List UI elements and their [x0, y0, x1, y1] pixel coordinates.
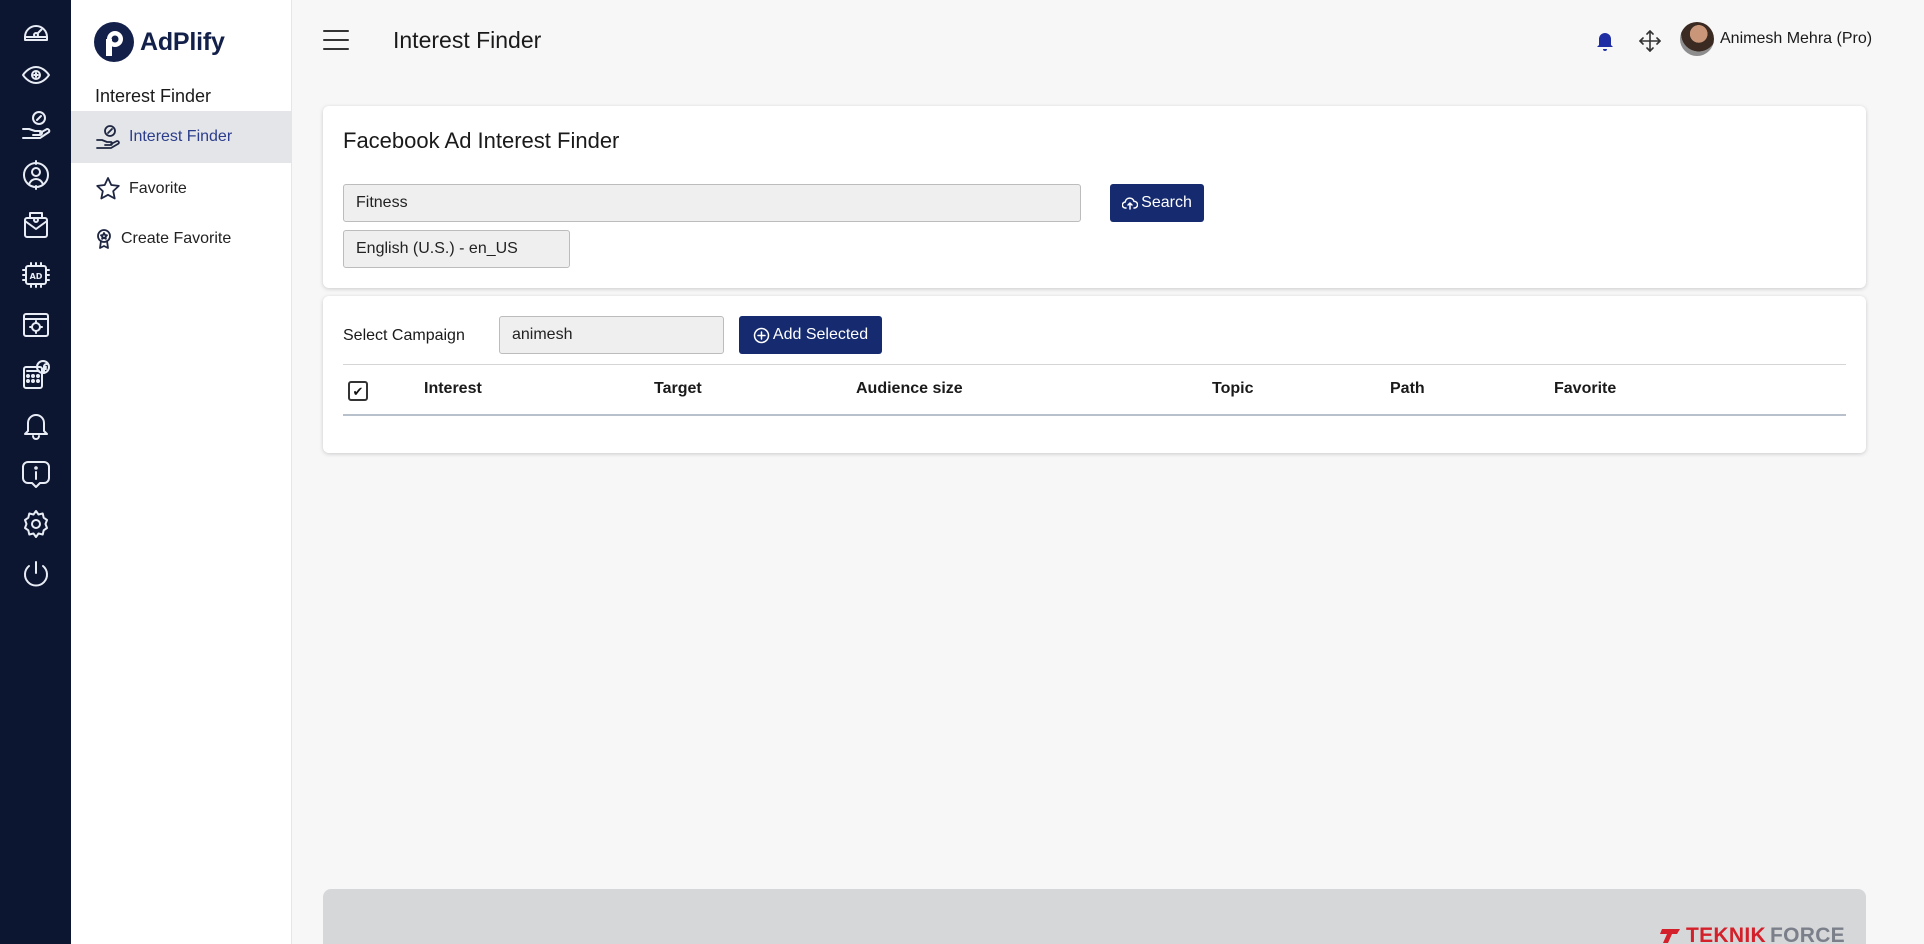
teknikforce-logo: TEKNIK FORCE	[1660, 924, 1845, 944]
sidebar-item-label: Favorite	[129, 180, 187, 197]
interest-table-header: ✔ Interest Target Audience size Topic Pa…	[343, 364, 1846, 416]
user-menu[interactable]: Animesh Mehra (Pro)	[1680, 22, 1872, 56]
menu-toggle-icon[interactable]	[323, 30, 349, 50]
select-all-checkbox[interactable]: ✔	[348, 381, 368, 401]
column-header: Target	[654, 380, 702, 397]
footer: TEKNIK FORCE	[323, 889, 1866, 944]
interest-finder-card: Facebook Ad Interest Finder Fitness Sear…	[323, 106, 1866, 288]
star-icon	[96, 177, 120, 200]
brand-logo[interactable]: AdPlify	[93, 21, 225, 63]
notification-bell-icon[interactable]	[1595, 30, 1615, 52]
column-header: Audience size	[856, 380, 963, 397]
card-title: Facebook Ad Interest Finder	[343, 128, 620, 153]
campaign-input[interactable]: animesh	[499, 316, 724, 354]
add-selected-label: Add Selected	[772, 326, 869, 343]
sidebar-section-title: Interest Finder	[95, 86, 212, 106]
award-icon	[97, 229, 111, 249]
footer-brand-part2: FORCE	[1769, 924, 1845, 944]
brand-name: AdPlify	[140, 27, 225, 56]
interest-search-input[interactable]: Fitness	[343, 184, 1081, 222]
power-icon[interactable]	[0, 543, 71, 604]
svg-text:AD: AD	[29, 272, 42, 281]
adplify-logo-icon	[94, 22, 134, 62]
sidebar-item-create-favorite[interactable]: Create Favorite	[71, 213, 292, 265]
column-header: Interest	[424, 380, 482, 397]
language-select[interactable]: English (U.S.) - en_US	[343, 230, 570, 268]
page-title: Interest Finder	[393, 27, 542, 53]
sidebar: AdPlify Interest Finder Interest Finder …	[71, 0, 292, 944]
results-card: Select Campaign animesh Add Selected ✔ I…	[323, 296, 1866, 453]
column-header: Path	[1390, 380, 1425, 397]
icon-rail: AD	[0, 0, 71, 944]
column-header: Favorite	[1554, 380, 1617, 397]
sidebar-item-interest-finder[interactable]: Interest Finder	[71, 111, 292, 163]
footer-brand-part1: TEKNIK	[1686, 924, 1766, 944]
sidebar-item-label: Interest Finder	[129, 128, 233, 145]
column-header: Topic	[1212, 380, 1254, 397]
search-button-label: Search	[1141, 194, 1192, 211]
sidebar-item-label: Create Favorite	[121, 230, 232, 247]
teknikforce-mark-icon	[1660, 929, 1680, 943]
search-button[interactable]: Search	[1110, 184, 1204, 222]
sidebar-item-favorite[interactable]: Favorite	[71, 163, 292, 215]
plus-circle-icon	[753, 327, 770, 343]
fullscreen-icon[interactable]	[1638, 29, 1662, 53]
select-campaign-label: Select Campaign	[343, 327, 465, 344]
user-name: Animesh Mehra (Pro)	[1720, 30, 1873, 47]
cloud-upload-icon	[1122, 197, 1139, 210]
hand-coin-icon	[96, 125, 120, 149]
add-selected-button[interactable]: Add Selected	[739, 316, 882, 354]
top-header: Interest Finder Animesh Mehra (Pro)	[292, 0, 1924, 82]
avatar	[1680, 22, 1714, 56]
